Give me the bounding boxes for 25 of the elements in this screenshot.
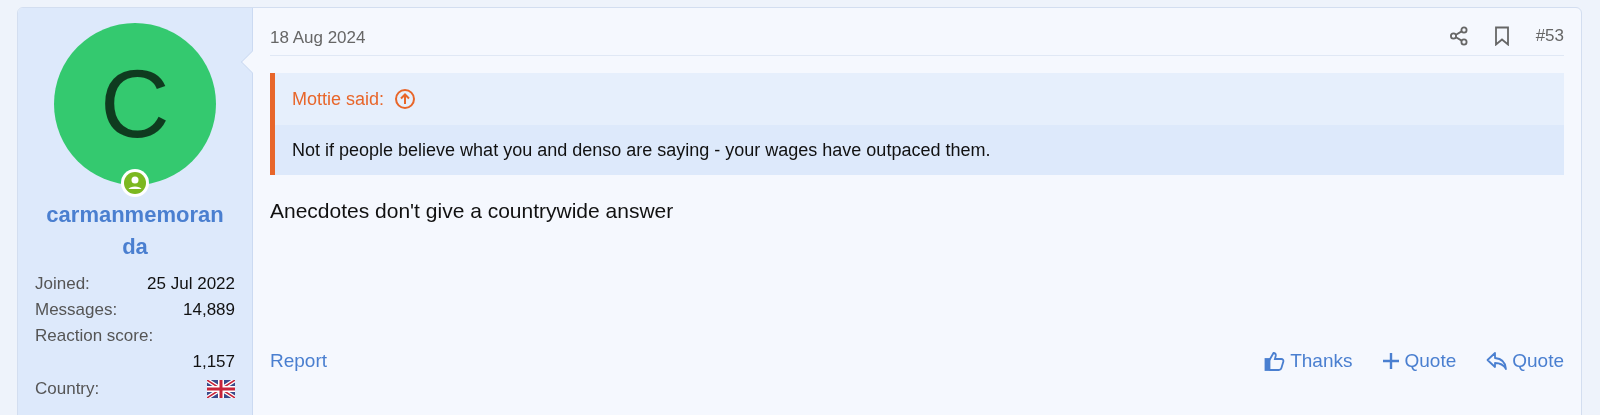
post-text: Anecdotes don't give a countrywide answer — [270, 198, 675, 224]
stat-value: 14,889 — [183, 299, 235, 321]
stat-label: Country: — [35, 378, 100, 400]
stat-label: Messages: — [35, 299, 118, 321]
flag-icon — [207, 380, 235, 398]
arrow-up-circle-icon[interactable] — [394, 88, 417, 110]
quote-text: Not if people believe what you and denso are saying - your wages have outpaced them. — [292, 138, 991, 162]
multi-quote-link[interactable]: Quote — [1382, 346, 1457, 376]
report-link[interactable]: Report — [270, 346, 328, 376]
avatar[interactable]: C — [54, 23, 216, 185]
bookmark-icon[interactable] — [1493, 25, 1510, 46]
stat-label: Joined: — [35, 273, 90, 295]
username-link[interactable]: carmanmemoranda — [40, 199, 230, 263]
plus-icon — [1382, 352, 1401, 370]
stat-value: 25 Jul 2022 — [147, 273, 235, 295]
reply-quote-link[interactable]: Quote — [1486, 346, 1564, 376]
thumbs-up-icon — [1264, 350, 1287, 372]
share-icon[interactable] — [1448, 25, 1469, 46]
post-number-link[interactable]: #53 — [1535, 22, 1564, 49]
quote-author-link[interactable]: Mottie said: — [292, 85, 385, 113]
post-date[interactable]: 18 Aug 2024 — [270, 24, 366, 51]
stat-value: 1,157 — [192, 351, 235, 373]
reply-icon — [1486, 351, 1509, 371]
stat-label: Reaction score: — [35, 325, 155, 347]
thanks-link[interactable]: Thanks — [1264, 346, 1353, 376]
